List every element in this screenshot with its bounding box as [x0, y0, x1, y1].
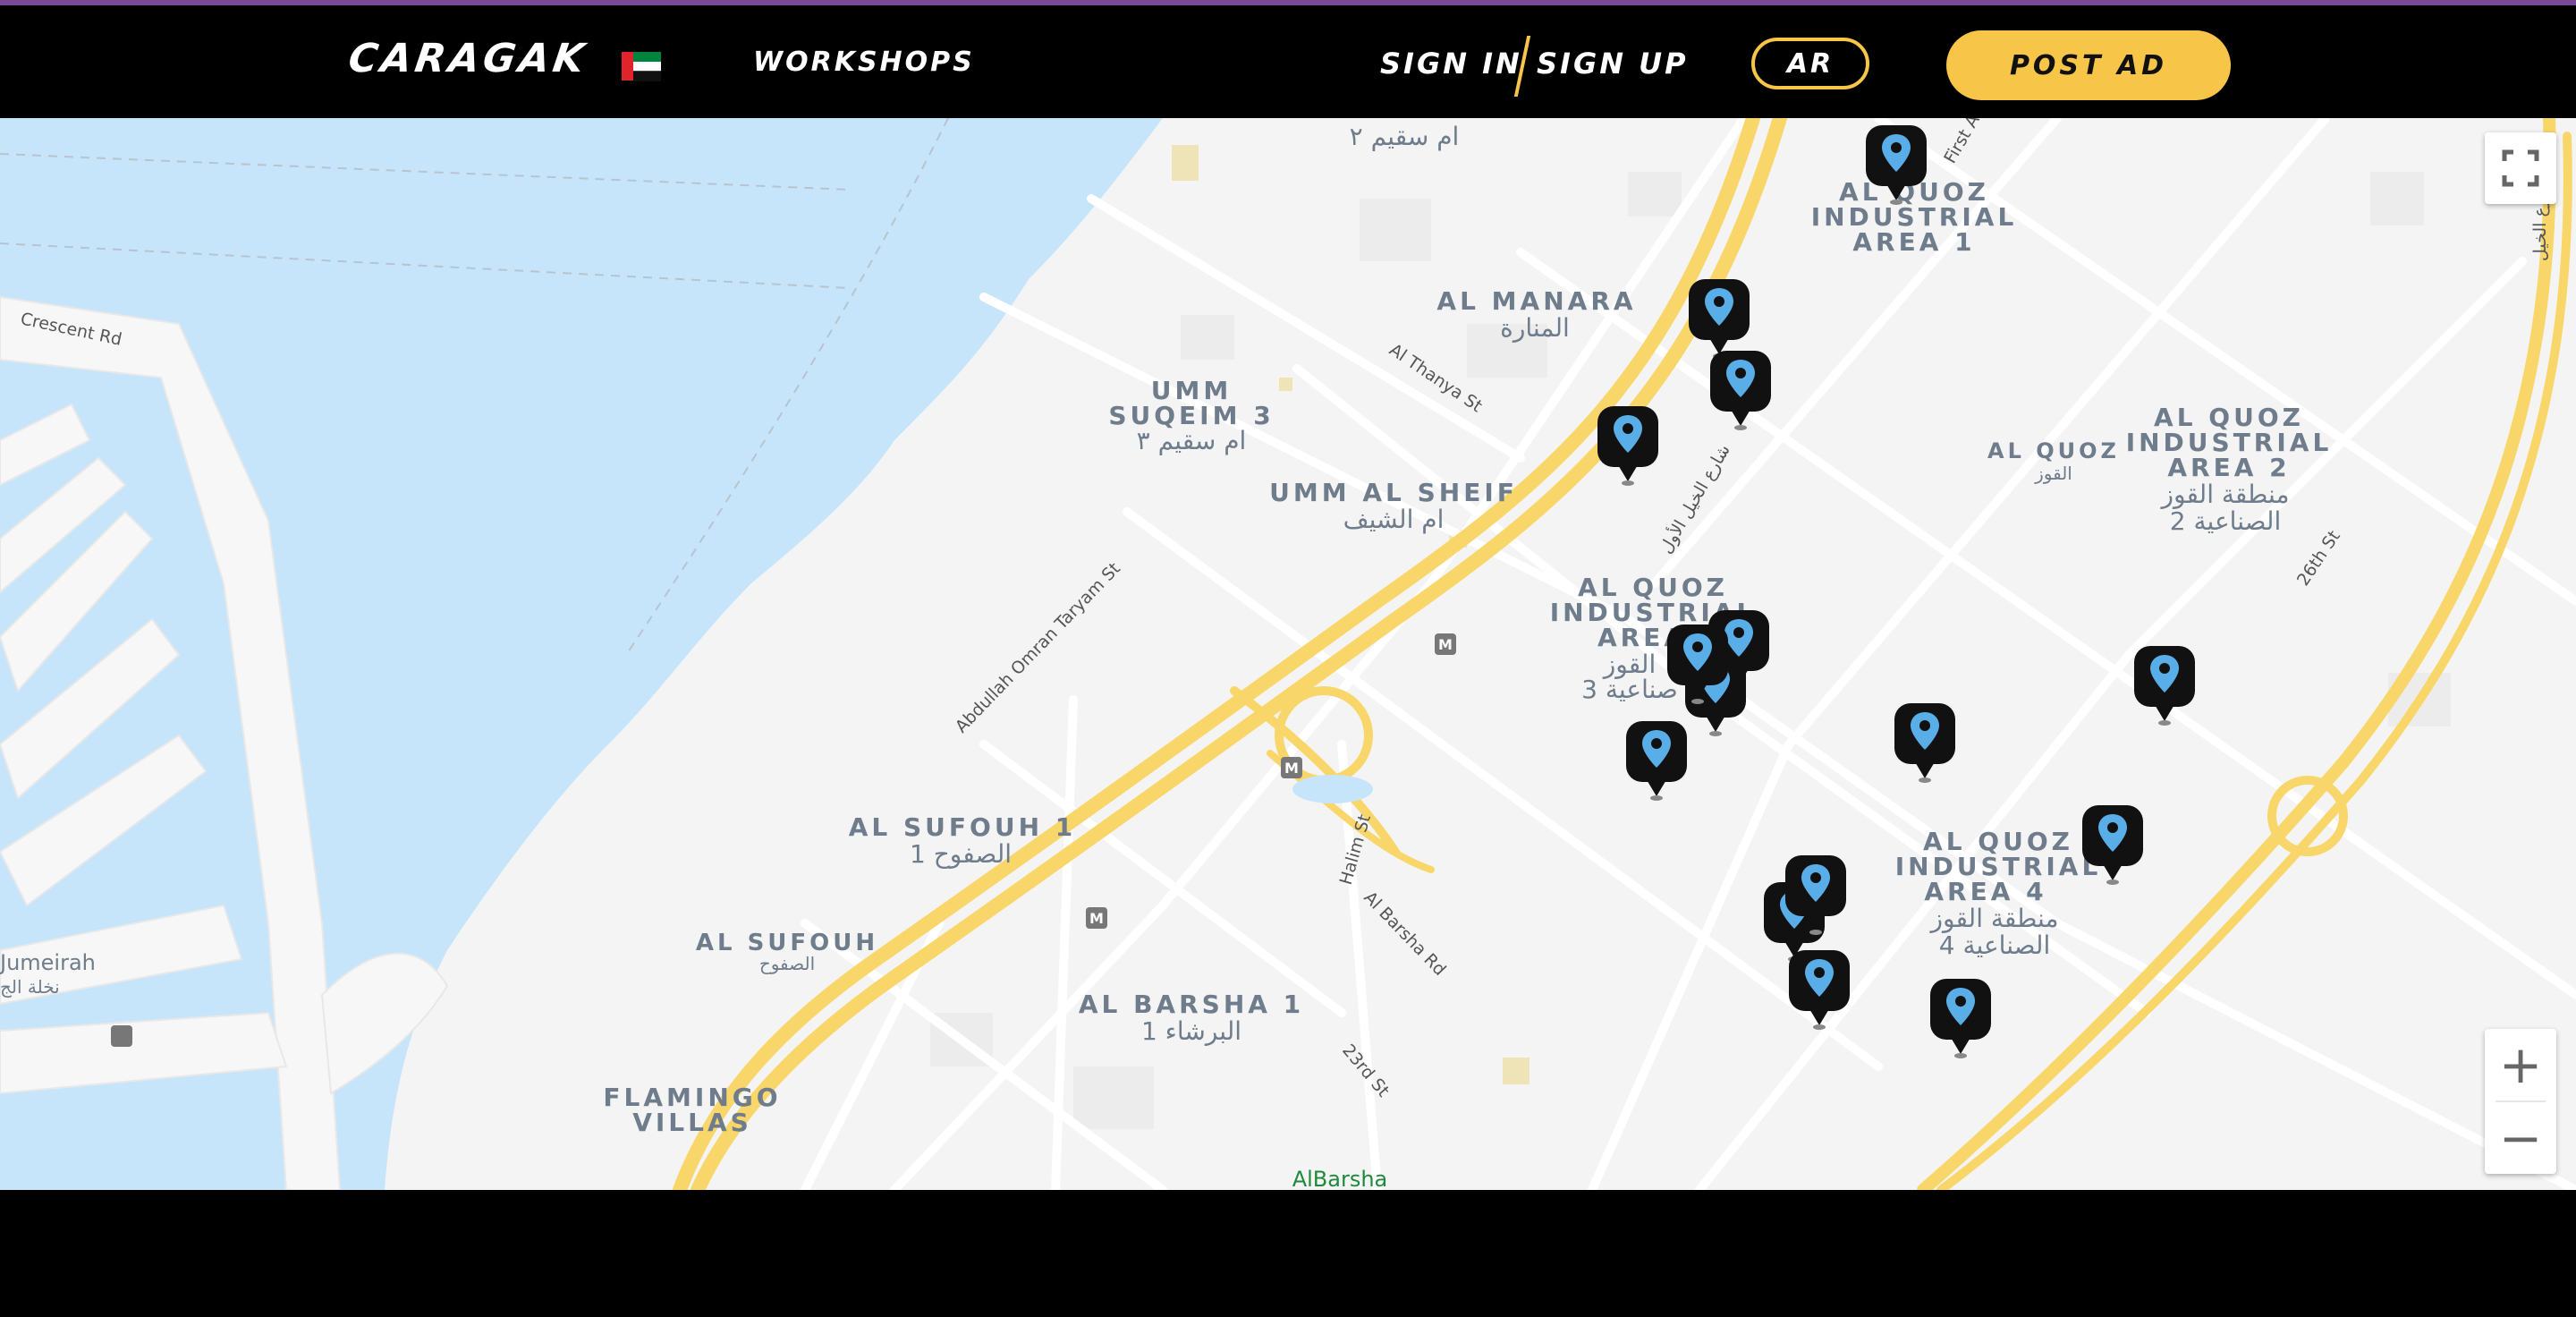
- map-label: UMM AL SHEIF: [1269, 478, 1518, 507]
- nav-workshops-link[interactable]: WORKSHOPS: [753, 47, 975, 78]
- map-label: Jumeirah: [0, 950, 96, 975]
- map-label: AL SUFOUH 1: [849, 812, 1077, 842]
- language-toggle-button[interactable]: AR: [1751, 38, 1869, 89]
- svg-text:M: M: [1438, 636, 1453, 653]
- post-ad-button[interactable]: POST AD: [1946, 30, 2231, 100]
- map-label: الصناعية 4: [1939, 930, 2050, 960]
- map-label: منطقة القوز: [2160, 480, 2290, 509]
- map-label: ام الشيف: [1343, 505, 1445, 534]
- svg-text:M: M: [1284, 760, 1299, 777]
- road-label: Al Barsha Rd: [1360, 888, 1449, 980]
- map-label: ام سقيم ٣: [1137, 426, 1247, 455]
- map-label: AL MANARA: [1436, 286, 1636, 316]
- map-pin-icon[interactable]: [1626, 721, 1687, 801]
- fullscreen-button[interactable]: [2485, 132, 2556, 204]
- map-label: الصفوح: [759, 953, 815, 974]
- map-label: AL BARSHA 1: [1079, 990, 1304, 1019]
- page-footer: [0, 1190, 2576, 1317]
- map-label: نخلة الج: [0, 976, 60, 998]
- map-label: المنارة: [1500, 313, 1570, 343]
- zoom-out-button[interactable]: −: [2485, 1102, 2556, 1174]
- station-label: AlBarsha: [1292, 1167, 1388, 1190]
- map-label: منطقة القوز: [1929, 904, 2059, 933]
- svg-text:M: M: [1089, 910, 1104, 927]
- map-view[interactable]: M M M ام سقيم ٢ AL MANARA المنارة UMM SU…: [0, 118, 2576, 1190]
- site-header: CARAGAK WORKSHOPS SIGN IN SIGN UP AR POS…: [0, 5, 2576, 118]
- map-pin-icon[interactable]: [1930, 979, 1991, 1058]
- map-pin-icon[interactable]: [2134, 646, 2195, 726]
- road-label: Abdullah Omran Taryam St: [952, 559, 1124, 737]
- zoom-control: + −: [2485, 1029, 2556, 1174]
- map-label: القوز: [2034, 463, 2072, 484]
- road-label: First Al: [1940, 118, 1986, 167]
- map-label: AREA 2: [2167, 453, 2290, 482]
- site-logo[interactable]: CARAGAK: [345, 36, 590, 81]
- map-canvas[interactable]: M M M ام سقيم ٢ AL MANARA المنارة UMM SU…: [0, 118, 2576, 1190]
- map-pin-icon[interactable]: [1597, 406, 1658, 486]
- map-label: AREA 1: [1852, 227, 1975, 257]
- map-label: صناعية 3: [1581, 675, 1678, 704]
- map-pin-icon[interactable]: [1894, 703, 1955, 783]
- fullscreen-icon: [2502, 149, 2539, 187]
- map-label: AREA 4: [1924, 877, 2046, 906]
- map-label: ام سقيم ٢: [1350, 122, 1460, 151]
- road-label: Halim St: [1336, 812, 1375, 887]
- map-label: البرشاء 1: [1141, 1016, 1241, 1046]
- uae-flag-icon[interactable]: [622, 52, 661, 81]
- map-label: AL QUOZ: [1987, 438, 2120, 463]
- sign-in-link[interactable]: SIGN IN: [1380, 47, 1522, 81]
- sign-up-link[interactable]: SIGN UP: [1537, 47, 1689, 81]
- map-label: VILLAS: [632, 1108, 752, 1137]
- map-pin-icon[interactable]: [1689, 279, 1750, 359]
- zoom-in-button[interactable]: +: [2485, 1029, 2556, 1100]
- map-label: الصناعية 2: [2170, 506, 2281, 536]
- map-label: الصفوح 1: [910, 839, 1012, 869]
- road-label: 26th St: [2293, 527, 2344, 590]
